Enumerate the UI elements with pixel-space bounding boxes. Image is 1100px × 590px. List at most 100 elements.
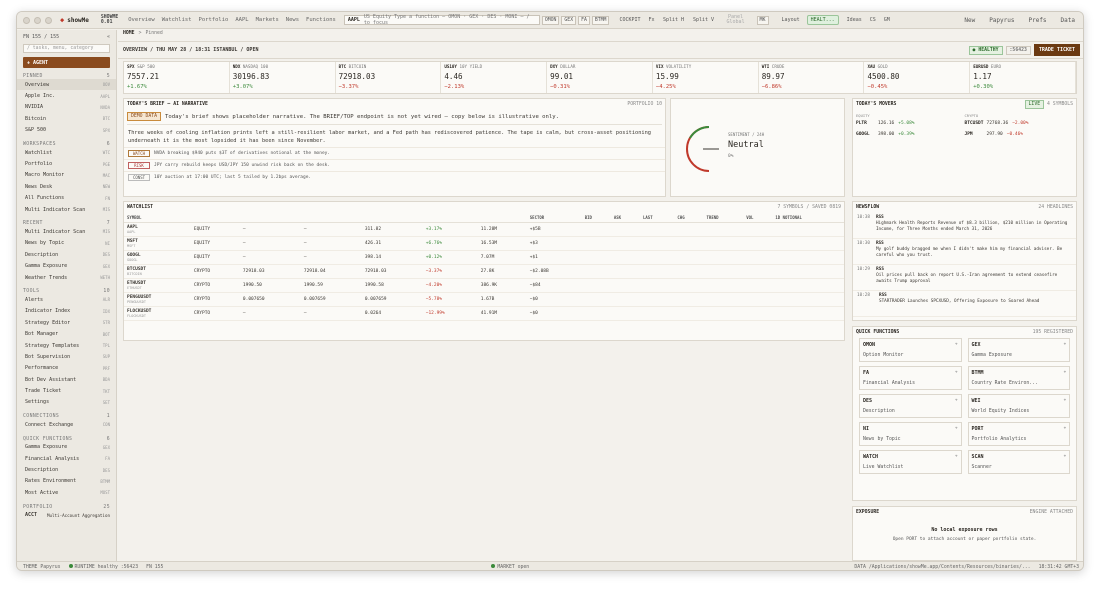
col-header[interactable]	[422, 213, 478, 223]
col-header[interactable]: 1D NOTIONAL	[772, 213, 844, 223]
quote-ndx[interactable]: NDX NASDAQ 100 30196.83 +3.07%	[230, 62, 336, 93]
sidebar-item-oov[interactable]: Overview OOV	[17, 79, 116, 91]
nav-watchlist[interactable]: Watchlist	[162, 17, 192, 23]
quickfn-ni[interactable]: NI News by Topic ⌖	[859, 422, 962, 446]
col-header[interactable]: SYMBOL	[124, 213, 191, 223]
sidebar-search[interactable]: / tasks, menu, category	[23, 44, 110, 53]
sidebar-item-pge[interactable]: Portfolio PGE	[17, 158, 116, 169]
sidebar-item-btc[interactable]: Bitcoin BTC	[17, 113, 116, 124]
pin-icon[interactable]: ⌖	[955, 397, 957, 402]
collapse-icon[interactable]: «	[107, 34, 110, 40]
quote-btc[interactable]: BTC BITCOIN 72918.03 −3.37%	[336, 62, 442, 93]
link-papyrus[interactable]: Papyrus	[989, 17, 1014, 24]
minimize-dot[interactable]	[34, 16, 41, 24]
sidebar-item-str[interactable]: Strategy Editor STR	[17, 317, 116, 328]
trade-ticket-button[interactable]: TRADE TICKET	[1033, 44, 1080, 56]
col-header[interactable]: LAST	[639, 213, 675, 223]
table-row[interactable]: BTCUSDT BITCOIN CRYPTO 72918.03 72918.04 7291…	[124, 264, 844, 279]
gm-button[interactable]: GM	[884, 17, 890, 23]
table-row[interactable]: ETHUSDT ETHUSDT CRYPTO 1990.50 1990.59 1990.5…	[124, 278, 844, 293]
mk-button[interactable]: MK	[756, 15, 769, 25]
news-item[interactable]: 10:38 RSS Highmark Health Reports Revenue …	[853, 213, 1076, 239]
sidebar-item-tpl[interactable]: Strategy Templates TPL	[17, 340, 116, 351]
quote-us10y[interactable]: US10Y 10Y YIELD 4.46 −2.13%	[441, 62, 548, 93]
quote-spx[interactable]: SPX S&P 500 7557.21 +1.67%	[124, 62, 230, 93]
mover-row[interactable]: JPM 297.90 −0.46%	[965, 129, 1074, 140]
sidebar-item-ni[interactable]: News by Topic NI	[17, 238, 116, 249]
table-row[interactable]: MSFT MSFT EQUITY — —426.31 +6.76% 16.53M +$3	[124, 236, 844, 251]
sidebar-item-fa[interactable]: Financial Analysis FA	[17, 453, 116, 464]
col-header[interactable]	[361, 213, 423, 223]
sidebar-item-des[interactable]: Description DES	[17, 249, 116, 260]
nav-portfolio[interactable]: Portfolio	[199, 17, 229, 23]
sidebar-item-mis[interactable]: Multi Indicator Scan MIS	[17, 204, 116, 215]
quote-dxy[interactable]: DXY DOLLAR 99.01 −0.31%	[547, 62, 653, 93]
nav-overview[interactable]: Overview	[128, 17, 155, 23]
col-header[interactable]: TREND	[703, 213, 744, 223]
col-header[interactable]: BID	[581, 213, 611, 223]
zoom-dot[interactable]	[45, 16, 52, 24]
sidebar-item-bda[interactable]: Bot Dev Assistant BDA	[17, 374, 116, 385]
cmd-placeholder[interactable]: US Equity Type a function — OMON · GEX ·…	[364, 14, 536, 26]
sidebar-item-con[interactable]: Connect Exchange CON	[17, 419, 116, 430]
col-header[interactable]: CHG	[674, 213, 704, 223]
pin-icon[interactable]: ⌖	[1064, 369, 1066, 374]
sidebar-item-most[interactable]: Most Active MOST	[17, 487, 116, 498]
link-new[interactable]: New	[964, 17, 975, 24]
sidebar-item-new[interactable]: News Desk NEW	[17, 181, 116, 192]
news-item[interactable]: 10:30 RSS My golf buddy bragged me when I …	[853, 239, 1076, 265]
quickfn-fa[interactable]: FA Financial Analysis ⌖	[859, 366, 962, 390]
quickfn-wei[interactable]: WEI World Equity Indices ⌖	[967, 394, 1070, 418]
sidebar-item-des[interactable]: Description DES	[17, 464, 116, 475]
sidebar-item-alr[interactable]: Alerts ALR	[17, 294, 116, 305]
nav-aapl[interactable]: AAPL	[235, 17, 248, 23]
sidebar-item-gex[interactable]: Gamma Exposure GEX	[17, 442, 116, 453]
ideas-button[interactable]: Ideas	[847, 17, 862, 23]
nav-news[interactable]: News	[286, 17, 299, 23]
acct-row[interactable]: ACCT Multi-Account Aggregation	[17, 510, 116, 521]
col-header[interactable]	[239, 213, 301, 223]
crumb-page[interactable]: Pinned	[145, 31, 162, 38]
traffic-lights[interactable]	[23, 16, 52, 24]
sidebar-item-sup[interactable]: Bot Supervision SUP	[17, 351, 116, 362]
pin-icon[interactable]: ⌖	[955, 369, 957, 374]
sidebar-item-mac[interactable]: Macro Monitor MAC	[17, 170, 116, 181]
mover-row[interactable]: PLTR 126.16 +5.08%	[856, 118, 965, 129]
cmd-ticker[interactable]: AAPL	[348, 17, 360, 23]
link-data[interactable]: Data	[1061, 17, 1075, 24]
quote-xau[interactable]: XAU GOLD 4500.80 −0.45%	[864, 62, 971, 93]
agent-button[interactable]: + AGENT	[23, 57, 110, 68]
cockpit-button[interactable]: COCKPIT	[619, 17, 640, 23]
quickfn-gex[interactable]: GEX Gamma Exposure ⌖	[967, 338, 1070, 362]
link-prefs[interactable]: Prefs	[1028, 17, 1046, 24]
split-h-button[interactable]: Split H	[663, 17, 685, 23]
col-header[interactable]: ASK	[610, 213, 640, 223]
pin-icon[interactable]: ⌖	[1064, 341, 1066, 346]
panel-global-button[interactable]: Panel Global	[723, 15, 749, 25]
quickfn-des[interactable]: DES Description ⌖	[859, 394, 962, 418]
sidebar-item-btmm[interactable]: Rates Environment BTMM	[17, 476, 116, 487]
pin-icon[interactable]: ⌖	[955, 341, 957, 346]
quickfn-watch[interactable]: WATCH Live Watchlist ⌖	[859, 450, 962, 474]
col-header[interactable]	[190, 213, 240, 223]
sidebar-item-bot[interactable]: Bot Manager BOT	[17, 328, 116, 339]
mover-row[interactable]: BTCUSDT 72768.36 −2.00%	[965, 118, 1074, 129]
quickfn-omon[interactable]: OMON Option Monitor ⌖	[859, 338, 962, 362]
table-row[interactable]: PENGUUSDT PENGUUSDT CRYPTO 0.007650 0.007659…	[124, 292, 844, 307]
quickfn-port[interactable]: PORT Portfolio Analytics ⌖	[967, 422, 1070, 446]
split-v-button[interactable]: Split V	[693, 17, 715, 23]
pin-icon[interactable]: ⌖	[955, 453, 957, 458]
nav-functions[interactable]: Functions	[306, 17, 336, 23]
col-header[interactable]	[477, 213, 527, 223]
news-item[interactable]: 10:29 RSS Oil prices pull back on report U…	[853, 265, 1076, 291]
quickfn-scan[interactable]: SCAN Scanner ⌖	[967, 450, 1070, 474]
table-row[interactable]: FLOCKUSDT FLOCKUSDT CRYPTO — —0.0264 −12.99% 4…	[124, 306, 844, 321]
fx-button[interactable]: Fx	[649, 17, 655, 23]
mover-row[interactable]: GOOGL 398.00 +0.39%	[856, 129, 965, 140]
table-row[interactable]: AAPL AAPL EQUITY — —311.82 +3.17% 11.28M +$5B	[124, 222, 844, 237]
sidebar-item-nvda[interactable]: NVIDIA NVDA	[17, 102, 116, 113]
pin-icon[interactable]: ⌖	[1064, 397, 1066, 402]
status-theme[interactable]: THEME Papyrus	[23, 565, 61, 570]
sidebar-item-set[interactable]: Settings SET	[17, 397, 116, 408]
pin-icon[interactable]: ⌖	[1064, 425, 1066, 430]
